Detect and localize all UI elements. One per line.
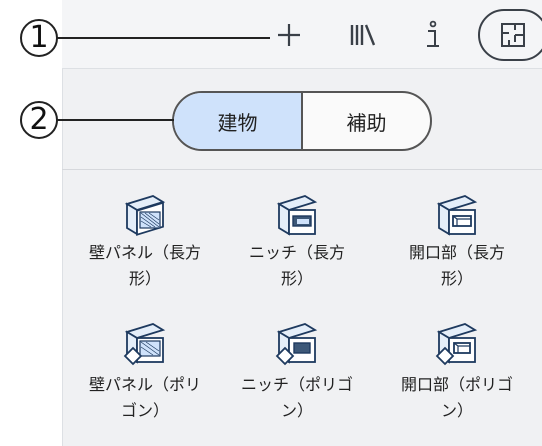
opening-polygon-icon <box>435 323 478 366</box>
callout-2: 2 <box>20 101 58 139</box>
add-button[interactable] <box>272 18 306 52</box>
item-label-line1: 壁パネル（ポリ <box>88 375 201 394</box>
niche-polygon-icon <box>275 323 318 366</box>
item-wall-panel-rect[interactable]: 壁パネル（長方 形） <box>70 194 220 292</box>
floorplan-button[interactable] <box>478 9 542 61</box>
niche-rect-icon <box>276 195 318 236</box>
wall-panel-polygon-icon <box>123 323 166 366</box>
wall-panel-rect-icon <box>124 195 166 236</box>
item-label-line2: ン） <box>440 401 473 420</box>
category-segmented-control[interactable]: 建物 補助 <box>172 91 432 151</box>
item-label-line1: ニッチ（ポリゴ <box>240 375 353 394</box>
item-wall-panel-polygon[interactable]: 壁パネル（ポリ ゴン） <box>70 322 220 424</box>
library-icon <box>350 24 376 46</box>
opening-rect-icon <box>436 195 478 236</box>
info-button[interactable] <box>416 18 450 52</box>
callout-1: 1 <box>20 19 58 57</box>
info-icon <box>427 20 439 47</box>
floorplan-icon <box>501 23 525 47</box>
item-label-line2: 形） <box>280 269 313 288</box>
toolbar <box>62 0 542 69</box>
segment-auxiliary[interactable]: 補助 <box>303 93 430 149</box>
item-label-line1: 壁パネル（長方 <box>88 243 201 262</box>
callout-1-line <box>56 37 270 39</box>
item-opening-polygon[interactable]: 開口部（ポリゴ ン） <box>382 322 532 424</box>
item-label-line1: ニッチ（長方 <box>248 243 345 262</box>
callout-2-line <box>56 119 174 121</box>
item-opening-rect[interactable]: 開口部（長方 形） <box>382 194 532 292</box>
library-button[interactable] <box>346 18 380 52</box>
add-icon <box>278 24 300 46</box>
item-label-line2: 形） <box>128 269 161 288</box>
item-label-line2: ゴン） <box>120 401 169 420</box>
panel-divider <box>62 169 542 170</box>
item-label-line1: 開口部（長方 <box>408 243 505 262</box>
item-niche-polygon[interactable]: ニッチ（ポリゴ ン） <box>222 322 372 424</box>
item-label-line1: 開口部（ポリゴ <box>400 375 513 394</box>
item-niche-rect[interactable]: ニッチ（長方 形） <box>222 194 372 292</box>
segment-building[interactable]: 建物 <box>174 93 301 149</box>
item-label-line2: ン） <box>280 401 313 420</box>
item-label-line2: 形） <box>440 269 473 288</box>
